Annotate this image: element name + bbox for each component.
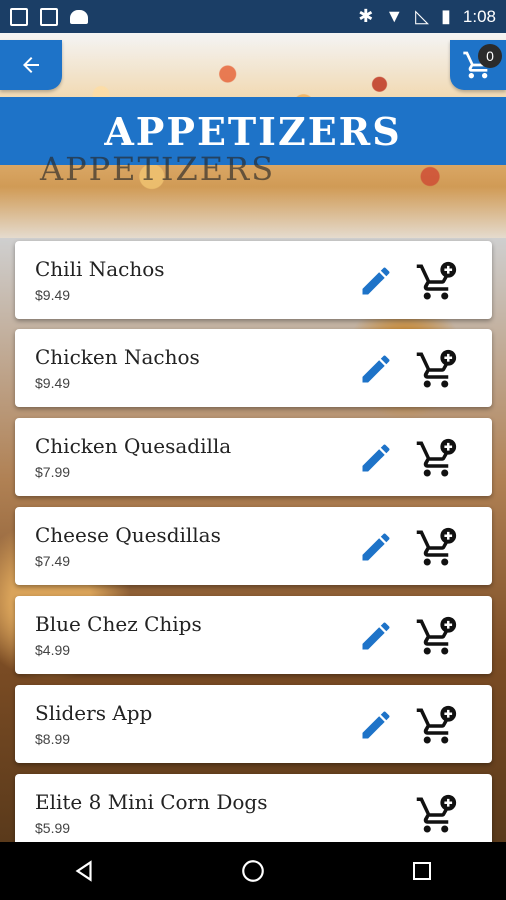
item-price: $4.99 [35,642,71,658]
list-item[interactable]: Chicken Quesadilla $7.99 [15,418,492,496]
home-circle-icon [242,860,264,882]
add-to-cart-icon[interactable] [415,438,457,480]
menu-list: Chili Nachos $9.49 Chicken Nachos $9.49 … [0,238,506,842]
back-arrow-icon [23,57,39,73]
battery-icon: ▮ [441,6,451,26]
android-icon [70,9,88,24]
list-item[interactable]: Sliders App $8.99 [15,685,492,763]
status-time: 1:08 [462,6,496,26]
status-left-icons [10,7,88,26]
list-item[interactable]: Blue Chez Chips $4.99 [15,596,492,674]
edit-pencil-icon[interactable] [358,351,394,387]
list-item[interactable]: Chicken Nachos $9.49 [15,329,492,407]
nav-recents-button[interactable] [392,846,452,896]
status-bar: ✱ ▼ ◺ ▮ 1:08 [0,0,506,33]
item-name: Cheese Quesdillas [35,523,221,547]
item-price: $7.99 [35,464,71,480]
back-button[interactable] [0,40,62,90]
add-to-cart-icon[interactable] [415,794,457,836]
item-price: $7.49 [35,553,71,569]
add-to-cart-icon[interactable] [415,705,457,747]
item-price: $9.49 [35,375,71,391]
status-right-icons: ✱ ▼ ◺ ▮ 1:08 [358,6,496,27]
add-to-cart-icon[interactable] [415,261,457,303]
cart-count-badge: 0 [478,44,502,68]
item-name: Chicken Nachos [35,345,200,369]
back-triangle-icon [75,860,92,882]
item-name: Elite 8 Mini Corn Dogs [35,790,268,814]
edit-pencil-icon[interactable] [358,707,394,743]
signal-off-icon: ◺ [415,6,429,26]
edit-pencil-icon[interactable] [358,263,394,299]
item-price: $5.99 [35,820,71,836]
nav-back-button[interactable] [54,846,114,896]
list-item[interactable]: Cheese Quesdillas $7.49 [15,507,492,585]
add-to-cart-icon[interactable] [415,527,457,569]
add-to-cart-icon[interactable] [415,349,457,391]
edit-pencil-icon[interactable] [358,529,394,565]
ghost-title: APPETIZERS [40,150,276,188]
item-name: Blue Chez Chips [35,612,202,636]
item-name: Sliders App [35,701,153,725]
list-item[interactable]: Chili Nachos $9.49 [15,241,492,319]
add-to-cart-icon[interactable] [415,616,457,658]
recents-square-icon [412,862,431,880]
item-name: Chicken Quesadilla [35,434,232,458]
item-name: Chili Nachos [35,257,165,281]
edit-pencil-icon[interactable] [358,618,394,654]
list-item[interactable]: Elite 8 Mini Corn Dogs $5.99 [15,774,492,842]
item-price: $8.99 [35,731,71,747]
nav-home-button[interactable] [223,846,283,896]
wifi-icon: ▼ [385,6,404,26]
system-navigation-bar [0,842,506,900]
bluetooth-icon: ✱ [358,6,374,26]
item-price: $9.49 [35,287,71,303]
sd-card-icon [40,7,58,26]
page-title: APPETIZERS [104,108,402,154]
edit-pencil-icon[interactable] [358,440,394,476]
image-icon [10,7,28,26]
